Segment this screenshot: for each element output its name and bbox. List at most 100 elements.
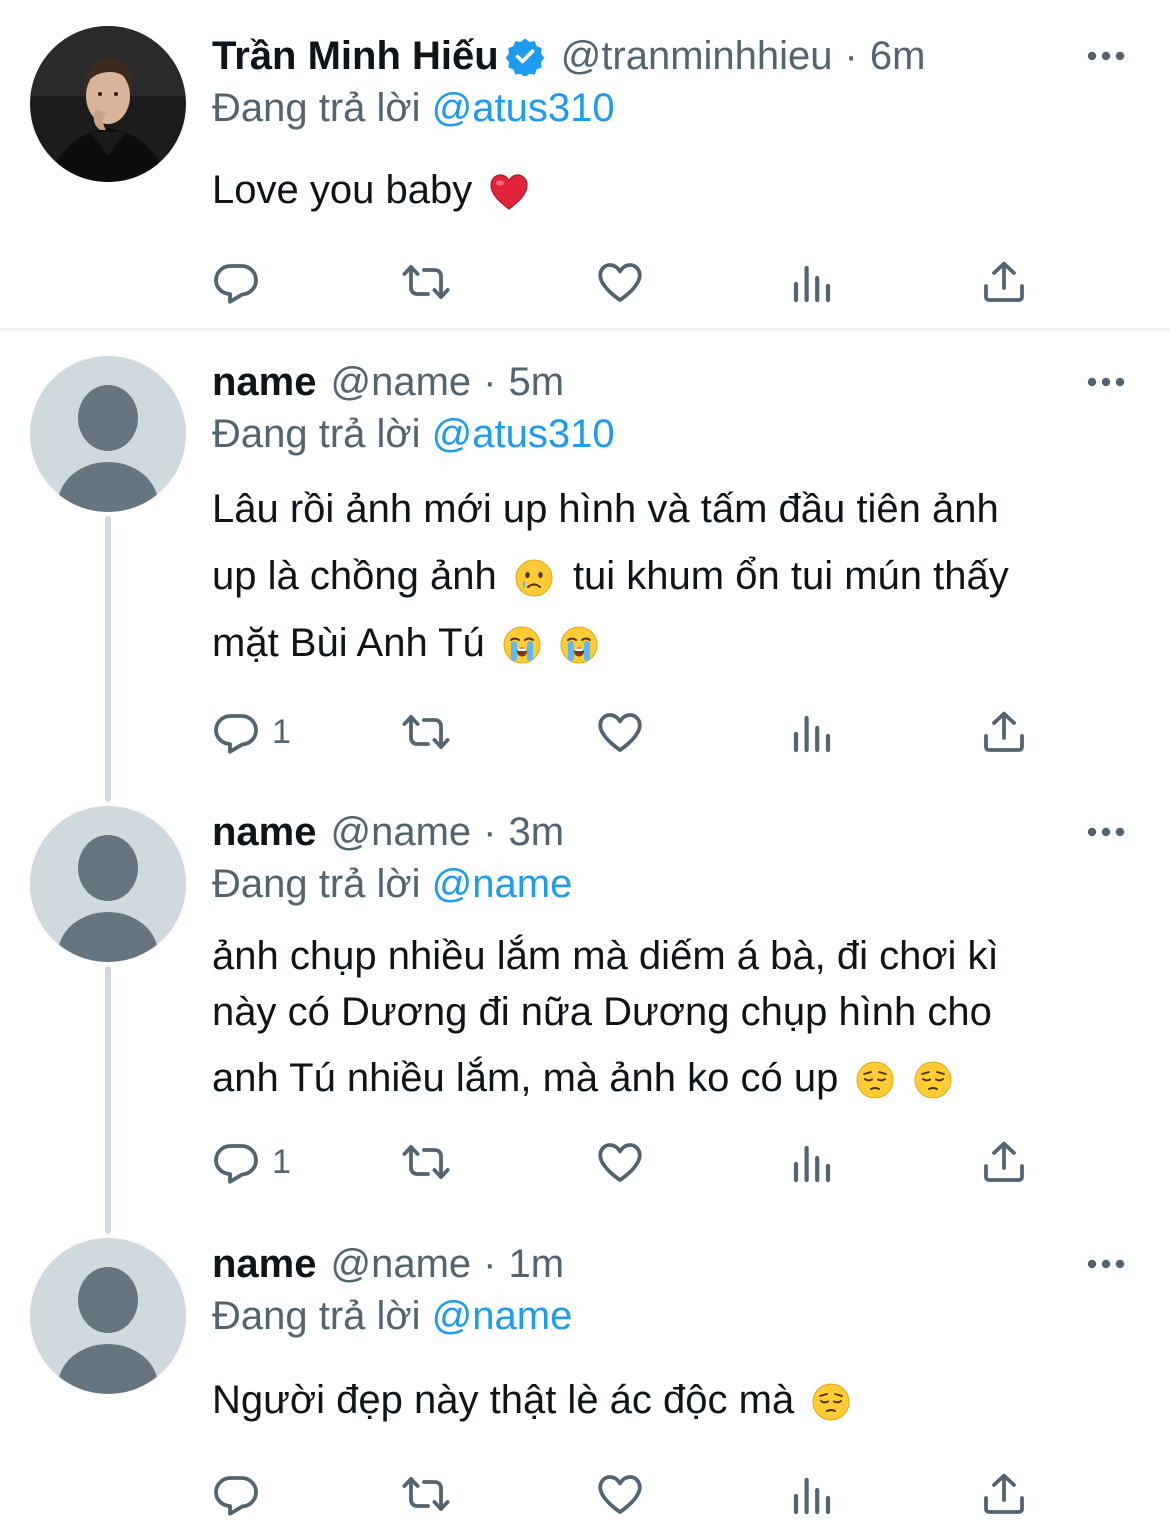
profile-photo: [30, 26, 186, 182]
reply-count: 1: [272, 712, 291, 751]
divider: [0, 328, 1170, 331]
thread-line: [105, 966, 111, 1234]
retweet-icon: [402, 1470, 450, 1518]
reply-count: 1: [272, 1142, 291, 1181]
retweet-button[interactable]: [402, 1136, 450, 1188]
reply-icon: [212, 708, 260, 756]
pensive-face-emoji: [855, 1060, 895, 1100]
reply-button[interactable]: [212, 1468, 272, 1520]
thread-line: [105, 516, 111, 802]
timestamp[interactable]: 6m: [870, 30, 926, 82]
action-bar: [212, 256, 1032, 308]
views-button[interactable]: [788, 256, 836, 308]
tweet-text: Lâu rồi ảnh mới up hình và tấm đầu tiên …: [212, 476, 1009, 677]
replying-to: Đang trả lời @atus310: [212, 408, 615, 460]
like-icon: [596, 1470, 644, 1518]
pensive-face-emoji: [811, 1382, 851, 1422]
replying-mention[interactable]: @name: [432, 862, 573, 906]
tweet-header: name @name · 3m: [212, 806, 564, 858]
like-button[interactable]: [596, 256, 644, 308]
views-icon: [788, 1138, 836, 1186]
text-line: tui khum ổn tui mún thấy: [572, 554, 1009, 598]
handle[interactable]: @tranminhhieu: [561, 30, 833, 82]
text-line: Love you baby: [212, 168, 473, 212]
separator-dot: ·: [483, 360, 497, 404]
more-options-icon[interactable]: [1086, 376, 1126, 388]
replying-mention[interactable]: @atus310: [432, 86, 615, 130]
replying-mention[interactable]: @name: [432, 1294, 573, 1338]
display-name[interactable]: Trần Minh Hiếu: [212, 30, 499, 82]
share-button[interactable]: [980, 706, 1028, 758]
timestamp[interactable]: 3m: [509, 806, 565, 858]
replying-to: Đang trả lời @name: [212, 1290, 572, 1342]
views-icon: [788, 258, 836, 306]
like-button[interactable]: [596, 1468, 644, 1520]
separator-dot: ·: [483, 1242, 497, 1286]
display-name[interactable]: name: [212, 806, 317, 858]
replying-label: Đang trả lời: [212, 862, 421, 906]
share-icon: [980, 708, 1028, 756]
retweet-button[interactable]: [402, 1468, 450, 1520]
text-line: Lâu rồi ảnh mới up hình và tấm đầu tiên …: [212, 487, 999, 531]
like-button[interactable]: [596, 706, 644, 758]
share-button[interactable]: [980, 1468, 1028, 1520]
views-button[interactable]: [788, 1136, 836, 1188]
reply-icon: [212, 1470, 260, 1518]
share-button[interactable]: [980, 256, 1028, 308]
views-icon: [788, 1470, 836, 1518]
timestamp[interactable]: 1m: [509, 1238, 565, 1290]
handle[interactable]: @name: [331, 1238, 472, 1290]
share-icon: [980, 1138, 1028, 1186]
text-line: ảnh chụp nhiều lắm mà diếm á bà, đi chơi…: [212, 934, 999, 978]
handle[interactable]: @name: [331, 356, 472, 408]
views-button[interactable]: [788, 706, 836, 758]
reply-button[interactable]: 1: [212, 706, 291, 758]
handle[interactable]: @name: [331, 806, 472, 858]
timestamp[interactable]: 5m: [509, 356, 565, 408]
reply-icon: [212, 258, 260, 306]
share-icon: [980, 1470, 1028, 1518]
display-name[interactable]: name: [212, 356, 317, 408]
tweet-text: Người đẹp này thật lè ác độc mà: [212, 1372, 851, 1428]
replying-to: Đang trả lời @name: [212, 858, 572, 910]
avatar[interactable]: [30, 356, 186, 512]
like-button[interactable]: [596, 1136, 644, 1188]
avatar[interactable]: [30, 26, 186, 182]
replying-label: Đang trả lời: [212, 1294, 421, 1338]
reply-button[interactable]: [212, 256, 272, 308]
share-button[interactable]: [980, 1136, 1028, 1188]
display-name[interactable]: name: [212, 1238, 317, 1290]
text-line: anh Tú nhiều lắm, mà ảnh ko có up: [212, 1056, 839, 1100]
tweet-header: Trần Minh Hiếu @tranminhhieu · 6m: [212, 30, 925, 82]
views-button[interactable]: [788, 1468, 836, 1520]
action-bar: [212, 1468, 1032, 1520]
loudly-crying-face-emoji: [502, 625, 542, 665]
avatar[interactable]: [30, 806, 186, 962]
like-icon: [596, 708, 644, 756]
red-heart-emoji: [489, 172, 529, 212]
verified-badge-icon: [505, 38, 545, 76]
action-bar: 1: [212, 1136, 1032, 1188]
text-line: Người đẹp này thật lè ác độc mà: [212, 1378, 795, 1422]
retweet-icon: [402, 258, 450, 306]
retweet-button[interactable]: [402, 706, 450, 758]
replying-mention[interactable]: @atus310: [432, 412, 615, 456]
more-options-icon[interactable]: [1086, 1258, 1126, 1270]
separator-dot: ·: [844, 34, 858, 78]
more-options-icon[interactable]: [1086, 50, 1126, 62]
default-avatar-icon: [30, 356, 186, 512]
tweet-text: ảnh chụp nhiều lắm mà diếm á bà, đi chơi…: [212, 928, 999, 1106]
crying-face-emoji: [514, 558, 554, 598]
share-icon: [980, 258, 1028, 306]
default-avatar-icon: [30, 806, 186, 962]
more-options-icon[interactable]: [1086, 826, 1126, 838]
reply-icon: [212, 1138, 260, 1186]
reply-button[interactable]: 1: [212, 1136, 291, 1188]
like-icon: [596, 258, 644, 306]
tweet-header: name @name · 5m: [212, 356, 564, 408]
action-bar: 1: [212, 706, 1032, 758]
avatar[interactable]: [30, 1238, 186, 1394]
retweet-icon: [402, 708, 450, 756]
views-icon: [788, 708, 836, 756]
retweet-button[interactable]: [402, 256, 450, 308]
